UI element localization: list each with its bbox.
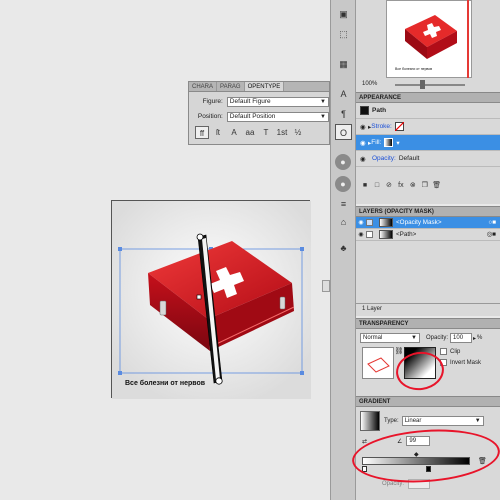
visibility-eye-icon[interactable]: ◉ <box>360 123 368 131</box>
discretionary-ligatures-icon[interactable]: A <box>227 126 241 139</box>
appearance-title[interactable]: APPEARANCE <box>356 93 500 103</box>
position-select[interactable]: Default Position ▼ <box>226 111 329 122</box>
tab-character[interactable]: CHARA <box>189 82 218 91</box>
chevron-down-icon: ▼ <box>474 418 481 424</box>
figure-label: Figure: <box>202 98 223 105</box>
navigator-thumbnail[interactable]: Все болезни от нервов <box>386 0 472 78</box>
figure-select[interactable]: Default Figure ▼ <box>226 96 329 107</box>
layer-row-path[interactable]: ◉ <Path> ◎■ <box>356 229 500 241</box>
appearance-toolbar: ■ □ ⊘ fx ⊗ ❐ 🗑 <box>356 181 500 190</box>
graphic-styles-icon[interactable]: ● <box>335 176 351 192</box>
appearance-icon[interactable]: ● <box>335 154 351 170</box>
appearance-object-row[interactable]: Path <box>356 103 500 119</box>
clip-option[interactable]: Clip <box>440 347 481 358</box>
artboard-caption: Все болезни от нервов <box>125 380 206 387</box>
stroke-row[interactable]: ◉ ▸ Stroke: <box>356 119 500 135</box>
canvas-scroll-handle[interactable] <box>322 280 330 292</box>
layer-row-opacity-mask[interactable]: ◉ <Opacity Mask> ○■ <box>356 217 500 229</box>
gradient-type-select[interactable]: Linear ▼ <box>401 416 484 426</box>
visibility-eye-icon[interactable]: ◉ <box>360 139 368 147</box>
lock-toggle[interactable] <box>366 219 373 226</box>
fill-row[interactable]: ◉ ▸ Fill: ▾ <box>356 135 500 151</box>
titling-alternates-icon[interactable]: T <box>259 126 273 139</box>
visibility-eye-icon[interactable]: ◉ <box>356 219 366 226</box>
tab-paragraph[interactable]: PARAG <box>217 82 245 91</box>
clear-icon[interactable]: ⊘ <box>384 181 394 190</box>
thumbnail-caption: Все болезни от нервов <box>395 67 433 71</box>
opentype-icon[interactable]: O <box>335 124 352 140</box>
transparency-title[interactable]: TRANSPARENCY <box>356 319 500 329</box>
zoom-level[interactable]: 100% <box>362 81 377 87</box>
opentype-tabs: CHARA PARAG OPENTYPE <box>189 82 329 92</box>
lock-toggle[interactable] <box>366 231 373 238</box>
target-icon[interactable]: ◎■ <box>487 231 496 238</box>
view-box-edge <box>467 0 469 78</box>
visibility-eye-icon[interactable]: ◉ <box>356 231 366 238</box>
zoom-slider[interactable] <box>395 84 465 86</box>
opacity-row[interactable]: ◉ Opacity: Default <box>356 151 500 167</box>
layer-count: 1 Layer <box>356 303 500 313</box>
target-icon[interactable]: ○■ <box>488 219 496 226</box>
fill-gradient-swatch[interactable] <box>384 138 394 147</box>
opacity-input[interactable]: 100 <box>450 333 473 343</box>
character-icon[interactable]: A <box>335 86 352 102</box>
gradient-title[interactable]: GRADIENT <box>356 397 500 407</box>
fx-icon[interactable]: fx <box>396 181 406 190</box>
standard-ligatures-icon[interactable]: ff <box>195 126 209 139</box>
layers-panel: LAYERS (OPACITY MASK) ◉ <Opacity Mask> ○… <box>356 206 500 316</box>
swash-icon[interactable]: aa <box>243 126 257 139</box>
path-swatch <box>360 106 369 115</box>
appearance-panel: APPEARANCE Path ◉ ▸ Stroke: ◉ ▸ Fill: ▾ … <box>356 92 500 204</box>
stroke-none-swatch[interactable] <box>394 122 404 131</box>
visibility-eye-icon[interactable]: ◉ <box>360 155 372 163</box>
first-aid-artwork[interactable] <box>112 201 311 399</box>
opacity-dropdown-icon[interactable]: ▸ <box>473 335 476 342</box>
paragraph-icon[interactable]: ¶ <box>335 106 352 122</box>
arrange-icon[interactable]: ▣ <box>335 6 352 22</box>
opentype-panel: CHARA PARAG OPENTYPE Figure: Default Fig… <box>188 81 330 145</box>
layers-title[interactable]: LAYERS (OPACITY MASK) <box>356 207 500 217</box>
add-fill-icon[interactable]: □ <box>372 181 382 190</box>
club-symbol-icon[interactable]: ♣ <box>335 240 352 256</box>
object-thumbnail[interactable] <box>362 347 394 379</box>
opentype-feature-buttons: ff ſt A aa T 1st ½ <box>189 124 329 141</box>
artboard[interactable]: Все болезни от нервов <box>111 200 311 399</box>
ordinals-icon[interactable]: 1st <box>275 126 289 139</box>
chevron-down-icon: ▼ <box>320 98 326 105</box>
path-thumbnail <box>379 230 393 239</box>
link-icon[interactable]: ⛓ <box>394 347 404 355</box>
position-label: Position: <box>197 113 223 120</box>
mask-thumbnail <box>379 218 393 227</box>
gradient-preview-swatch[interactable] <box>360 411 380 431</box>
artboard-icon[interactable]: ⬚ <box>335 26 352 42</box>
invert-mask-option[interactable]: Invert Mask <box>440 358 481 369</box>
blend-mode-select[interactable]: Normal ▼ <box>360 333 420 343</box>
delete-icon[interactable]: ⊗ <box>408 181 418 190</box>
chevron-down-icon: ▼ <box>411 335 417 341</box>
chevron-down-icon[interactable]: ▾ <box>396 139 399 147</box>
duplicate-icon[interactable]: ❐ <box>420 181 430 190</box>
contextual-alternates-icon[interactable]: ſt <box>211 126 225 139</box>
tab-opentype[interactable]: OPENTYPE <box>244 82 285 91</box>
fractions-icon[interactable]: ½ <box>291 126 305 139</box>
chevron-down-icon: ▼ <box>320 113 326 120</box>
stroke-icon[interactable]: ≡ <box>335 196 352 212</box>
trash-icon[interactable]: 🗑 <box>432 181 442 190</box>
panel-icon-column: ▣ ⬚ ▦ A ¶ O ● ● ≡ ⌂ ♣ <box>330 0 356 500</box>
zoom-slider-thumb[interactable] <box>420 80 425 89</box>
symbols-icon[interactable]: ⌂ <box>335 214 352 230</box>
grid-icon[interactable]: ▦ <box>335 56 352 72</box>
add-stroke-icon[interactable]: ■ <box>360 181 370 190</box>
